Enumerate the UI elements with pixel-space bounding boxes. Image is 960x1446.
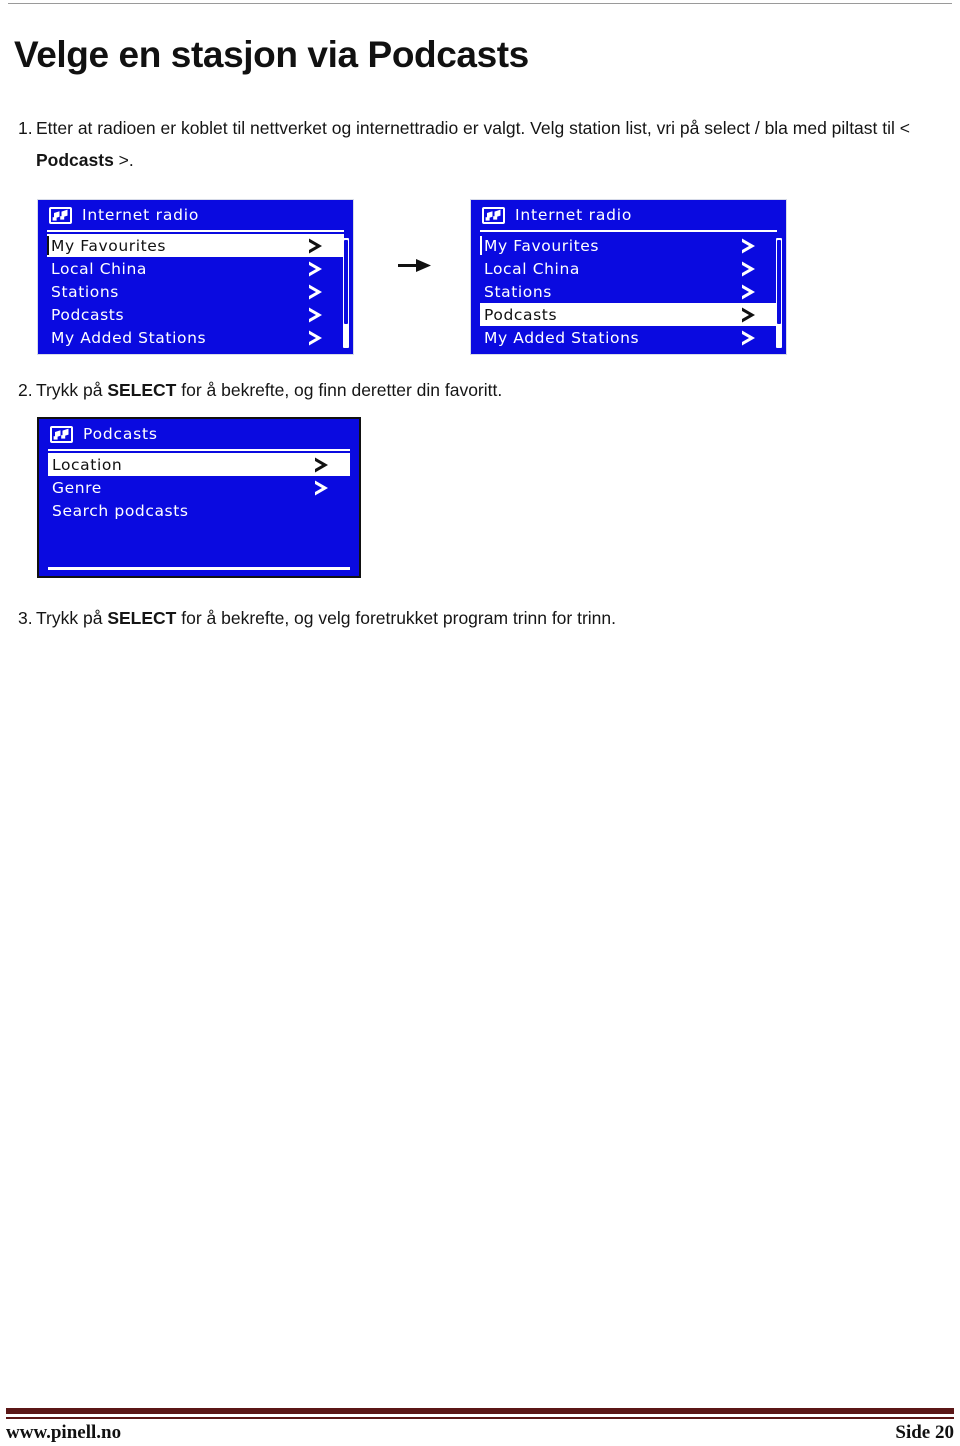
lcd-header-rule [48, 449, 350, 451]
step-text-bold: SELECT [107, 608, 177, 628]
page-title: Velge en stasjon via Podcasts [14, 33, 529, 75]
lcd-menu-item-label: Stations [484, 282, 552, 301]
footer-rule-thin [6, 1417, 954, 1419]
lcd-scrollbar-thumb[interactable] [777, 240, 781, 324]
lcd-menu-item-podcasts[interactable]: Podcasts [47, 303, 344, 326]
lcd-menu-item-local-china[interactable]: Local China [47, 257, 344, 280]
step-item-1: 1. Etter at radioen er koblet til nettve… [0, 112, 930, 176]
step-text: Etter at radioen er koblet til nettverke… [36, 112, 930, 176]
lcd-menu-item-location[interactable]: Location [48, 453, 350, 476]
page-footer: www.pinell.no Side 20 [6, 1420, 954, 1446]
lcd-menu-item-label: Podcasts [484, 305, 558, 324]
radio-display-internet-radio-favourites: Internet radio My Favourites Local China [37, 199, 354, 355]
lcd-inner: Internet radio My Favourites Local China [471, 200, 786, 354]
lcd-scrollbar[interactable] [343, 238, 349, 348]
lcd-scrollbar-thumb[interactable] [344, 240, 348, 324]
lcd-menu-item-podcasts[interactable]: Podcasts [480, 303, 777, 326]
chevron-right-icon [313, 456, 332, 473]
lcd-header-rule [480, 230, 777, 232]
document-page: Velge en stasjon via Podcasts 1. Etter a… [0, 0, 960, 1446]
lcd-header: Podcasts [39, 419, 359, 449]
lcd-menu-item-genre[interactable]: Genre [48, 476, 350, 499]
lcd-menu-item-label: My Added Stations [51, 328, 207, 347]
lcd-header-rule [47, 230, 344, 232]
lcd-menu-item-search-podcasts[interactable]: Search podcasts [48, 499, 350, 522]
lcd-header-title: Internet radio [82, 206, 200, 224]
step-text-bold: Podcasts [36, 150, 114, 170]
lcd-inner: Internet radio My Favourites Local China [38, 200, 353, 354]
chevron-right-icon [313, 479, 332, 496]
lcd-menu-item-label: Search podcasts [52, 501, 189, 520]
music-note-glyph [53, 428, 69, 440]
lcd-menu-item-my-favourites[interactable]: My Favourites [47, 234, 344, 257]
lcd-inner: Podcasts Location Genre Search podcasts [39, 419, 359, 576]
right-arrow-icon [398, 256, 438, 276]
lcd-header: Internet radio [38, 200, 353, 230]
lcd-menu-item-label: Genre [52, 478, 102, 497]
lcd-menu-item-label: My Added Stations [484, 328, 640, 347]
lcd-bottom-rule [48, 567, 350, 570]
lcd-menu-item-stations[interactable]: Stations [480, 280, 777, 303]
lcd-menu-item-my-added-stations[interactable]: My Added Stations [480, 326, 777, 349]
music-note-icon [50, 425, 73, 443]
step-text-part-1: Trykk på [36, 608, 108, 628]
radio-display-internet-radio-podcasts-selected: Internet radio My Favourites Local China [470, 199, 787, 355]
footer-website[interactable]: www.pinell.no [6, 1422, 121, 1444]
step-item-3: 3. Trykk på SELECT for å bekrefte, og ve… [0, 602, 760, 634]
step-number: 1. [18, 118, 33, 138]
music-note-glyph [485, 209, 501, 221]
lcd-menu-list: My Favourites Local China Stations Podca… [471, 234, 786, 354]
radio-display-podcasts-menu: Podcasts Location Genre Search podcasts [37, 417, 361, 578]
lcd-menu-item-local-china[interactable]: Local China [480, 257, 777, 280]
lcd-menu-item-label: My Favourites [51, 236, 167, 255]
chevron-right-icon [307, 237, 326, 254]
step-number: 2. [18, 380, 33, 400]
chevron-right-icon [307, 329, 326, 346]
step-text-bold: SELECT [107, 380, 177, 400]
row-marker [480, 236, 482, 255]
lcd-menu-item-label: Location [52, 455, 123, 474]
chevron-right-icon [740, 329, 759, 346]
lcd-menu-item-label: Local China [51, 259, 147, 278]
footer-rule-thick [6, 1408, 954, 1414]
lcd-menu-item-my-favourites[interactable]: My Favourites [480, 234, 777, 257]
step-number: 3. [18, 608, 33, 628]
step-text: Trykk på SELECT for å bekrefte, og finn … [36, 374, 700, 406]
step-text-part-2: for å bekrefte, og finn deretter din fav… [176, 380, 503, 400]
step-text-part-1: Etter at radioen er koblet til nettverke… [36, 118, 910, 138]
music-note-icon [49, 206, 72, 224]
lcd-menu-item-my-added-stations[interactable]: My Added Stations [47, 326, 344, 349]
lcd-menu-item-label: My Favourites [484, 236, 600, 255]
page-top-rule [8, 3, 952, 4]
music-note-icon [482, 206, 505, 224]
lcd-header-title: Podcasts [83, 425, 158, 443]
step-text-part-1: Trykk på [36, 380, 108, 400]
chevron-right-icon [307, 283, 326, 300]
chevron-right-icon [740, 283, 759, 300]
lcd-menu-list: Location Genre Search podcasts [39, 453, 359, 576]
lcd-menu-item-label: Stations [51, 282, 119, 301]
music-note-glyph [52, 209, 68, 221]
step-item-2: 2. Trykk på SELECT for å bekrefte, og fi… [0, 374, 700, 406]
step-text-part-2: >. [113, 150, 134, 170]
lcd-menu-item-label: Podcasts [51, 305, 125, 324]
lcd-menu-item-stations[interactable]: Stations [47, 280, 344, 303]
chevron-right-icon [740, 306, 759, 323]
step-text-part-2: for å bekrefte, og velg foretrukket prog… [176, 608, 617, 628]
lcd-menu-item-label: Local China [484, 259, 580, 278]
footer-page-number: Side 20 [895, 1422, 954, 1443]
chevron-right-icon [740, 260, 759, 277]
lcd-menu-list: My Favourites Local China Stations Podca… [38, 234, 353, 354]
lcd-scrollbar[interactable] [776, 238, 782, 348]
chevron-right-icon [307, 260, 326, 277]
step-text: Trykk på SELECT for å bekrefte, og velg … [36, 602, 760, 634]
row-marker [47, 236, 49, 255]
chevron-right-icon [740, 237, 759, 254]
chevron-right-icon [307, 306, 326, 323]
lcd-header-title: Internet radio [515, 206, 633, 224]
lcd-header: Internet radio [471, 200, 786, 230]
